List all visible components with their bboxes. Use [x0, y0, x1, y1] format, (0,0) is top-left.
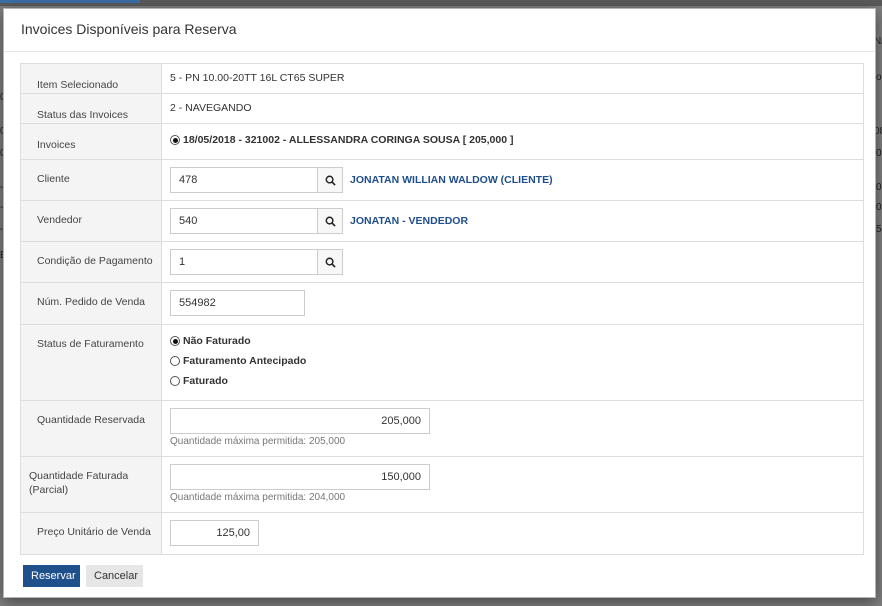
quantidade-faturada-input[interactable] [170, 464, 430, 490]
background-text-fragment: o [876, 72, 882, 83]
cliente-code-input[interactable] [170, 167, 318, 193]
background-topbar-accent [0, 0, 140, 3]
background-text-fragment: 5 [876, 224, 882, 235]
vendedor-label: Vendedor [21, 201, 162, 241]
preco-unitario-label: Preço Unitário de Venda [21, 513, 162, 554]
status-invoices-label: Status das Invoices [21, 94, 162, 123]
row-quantidade-reservada: Quantidade Reservada Quantidade máxima p… [21, 401, 863, 457]
search-icon [325, 216, 336, 227]
vendedor-cell: JONATAN - VENDEDOR [162, 201, 863, 241]
modal-header: Invoices Disponíveis para Reserva [4, 9, 875, 52]
quantidade-reservada-help: Quantidade máxima permitida: 205,000 [170, 436, 346, 447]
row-status-invoices: Status das Invoices 2 - NAVEGANDO [21, 94, 863, 124]
vendedor-code-input[interactable] [170, 208, 318, 234]
row-preco-unitario: Preço Unitário de Venda [21, 513, 863, 554]
radio-unselected-icon[interactable] [170, 376, 180, 386]
vendedor-search-button[interactable] [318, 208, 343, 234]
background-text-fragment: 0 [876, 148, 882, 159]
invoice-option[interactable]: 18/05/2018 - 321002 - ALLESSANDRA CORING… [170, 130, 863, 150]
status-invoices-value: 2 - NAVEGANDO [170, 102, 252, 114]
status-faturamento-label: Status de Faturamento [21, 325, 162, 400]
reservation-form: Item Selecionado 5 - PN 10.00-20TT 16L C… [20, 63, 864, 555]
status-faturamento-options: Não Faturado Faturamento Antecipado Fatu… [162, 325, 863, 400]
condicao-pagamento-search-button[interactable] [318, 249, 343, 275]
radio-unselected-icon[interactable] [170, 356, 180, 366]
reservar-button[interactable]: Reservar [23, 565, 80, 587]
radio-faturado[interactable]: Faturado [170, 371, 863, 391]
radio-faturamento-antecipado[interactable]: Faturamento Antecipado [170, 351, 863, 371]
vendedor-input-group: JONATAN - VENDEDOR [170, 208, 863, 234]
row-cliente: Cliente JONATAN WILLIAN WALDOW (CLIENTE) [21, 160, 863, 201]
preco-unitario-input[interactable] [170, 520, 259, 546]
background-topbar [0, 0, 882, 6]
row-invoices: Invoices 18/05/2018 - 321002 - ALLESSAND… [21, 124, 863, 160]
pedido-venda-input[interactable] [170, 290, 305, 316]
radio-label: Faturado [183, 375, 228, 387]
condicao-pagamento-cell [162, 242, 863, 282]
cancelar-button[interactable]: Cancelar [86, 565, 143, 587]
pedido-venda-cell [162, 283, 863, 324]
background-text-fragment: 0 [876, 202, 882, 213]
row-condicao-pagamento: Condição de Pagamento [21, 242, 863, 283]
quantidade-reservada-cell: Quantidade máxima permitida: 205,000 [162, 401, 863, 456]
search-icon [325, 257, 336, 268]
radio-nao-faturado[interactable]: Não Faturado [170, 331, 863, 351]
quantidade-faturada-label: Quantidade Faturada (Parcial) [21, 457, 162, 512]
search-icon [325, 175, 336, 186]
invoice-option-label: 18/05/2018 - 321002 - ALLESSANDRA CORING… [183, 134, 514, 146]
quantidade-faturada-help: Quantidade máxima permitida: 204,000 [170, 492, 346, 503]
row-pedido-venda: Núm. Pedido de Venda [21, 283, 863, 325]
condicao-pagamento-input-group [170, 249, 863, 275]
row-quantidade-faturada: Quantidade Faturada (Parcial) Quantidade… [21, 457, 863, 513]
row-vendedor: Vendedor JONATAN - VENDEDOR [21, 201, 863, 242]
vendedor-name: JONATAN - VENDEDOR [350, 215, 469, 227]
item-selecionado-value: 5 - PN 10.00-20TT 16L CT65 SUPER [170, 72, 345, 84]
invoices-options: 18/05/2018 - 321002 - ALLESSANDRA CORING… [162, 124, 863, 159]
radio-selected-icon[interactable] [170, 135, 180, 145]
reserve-invoices-modal: Invoices Disponíveis para Reserva Item S… [3, 8, 876, 598]
quantidade-faturada-cell: Quantidade máxima permitida: 204,000 [162, 457, 863, 512]
item-selecionado-label: Item Selecionado [21, 64, 162, 93]
modal-title: Invoices Disponíveis para Reserva [21, 21, 237, 37]
invoices-label: Invoices [21, 124, 162, 159]
quantidade-reservada-label: Quantidade Reservada [21, 401, 162, 456]
cliente-cell: JONATAN WILLIAN WALDOW (CLIENTE) [162, 160, 863, 200]
cliente-search-button[interactable] [318, 167, 343, 193]
preco-unitario-cell [162, 513, 863, 554]
pedido-venda-label: Núm. Pedido de Venda [21, 283, 162, 324]
condicao-pagamento-input[interactable] [170, 249, 318, 275]
radio-label: Não Faturado [183, 335, 251, 347]
quantidade-reservada-input[interactable] [170, 408, 430, 434]
radio-selected-icon[interactable] [170, 336, 180, 346]
row-status-faturamento: Status de Faturamento Não Faturado Fatur… [21, 325, 863, 401]
background-text-fragment: 0 [876, 182, 882, 193]
condicao-pagamento-label: Condição de Pagamento [21, 242, 162, 282]
cliente-name: JONATAN WILLIAN WALDOW (CLIENTE) [350, 174, 553, 186]
radio-label: Faturamento Antecipado [183, 355, 307, 367]
row-item-selecionado: Item Selecionado 5 - PN 10.00-20TT 16L C… [21, 64, 863, 94]
cliente-input-group: JONATAN WILLIAN WALDOW (CLIENTE) [170, 167, 863, 193]
cliente-label: Cliente [21, 160, 162, 200]
